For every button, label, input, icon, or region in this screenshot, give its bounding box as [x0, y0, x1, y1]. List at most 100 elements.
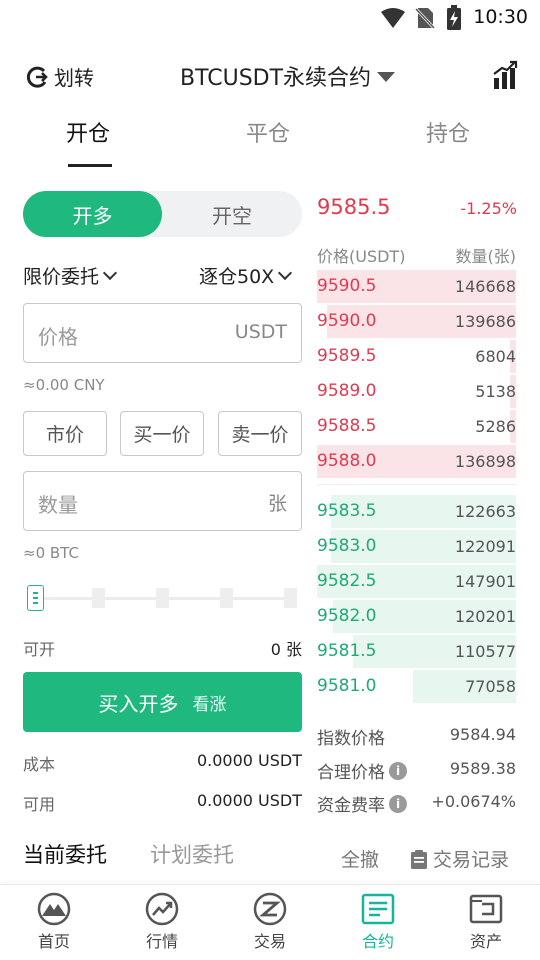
tab-open-position[interactable]: 开仓: [66, 116, 110, 148]
margin-mode-dropdown[interactable]: 逐仓50X: [199, 262, 293, 289]
no-sim-icon: [414, 7, 436, 30]
info-icon[interactable]: i: [389, 794, 407, 813]
tab-close-position[interactable]: 平仓: [246, 116, 290, 148]
bid-price: 9581.5: [317, 641, 377, 661]
slider-tick-50[interactable]: [156, 588, 169, 608]
bid-quantity: 110577: [454, 642, 516, 661]
buy-button-label: 买入开多: [98, 691, 179, 716]
wallet-icon: [469, 894, 503, 924]
bid-price: 9581.0: [317, 676, 377, 696]
quantity-btc-hint: ≈0 BTC: [23, 544, 79, 562]
ask-price: 9589.0: [317, 381, 377, 401]
available-value: 0.0000 USDT: [196, 791, 302, 810]
ask-row[interactable]: 9589.0 5138: [317, 375, 516, 408]
page-title: BTCUSDT永续合约: [180, 66, 372, 91]
open-long-button[interactable]: 开多: [23, 191, 162, 237]
bid-row[interactable]: 9583.5 122663: [317, 495, 516, 528]
bid-row[interactable]: 9581.5 110577: [317, 635, 516, 668]
trade-records-label: 交易记录: [433, 849, 510, 871]
slider-tick-100[interactable]: [284, 588, 297, 608]
quantity-placeholder: 数量: [38, 493, 78, 517]
bid-row[interactable]: 9582.5 147901: [317, 565, 516, 598]
slider-tick-75[interactable]: [220, 588, 233, 608]
slider-tick-25[interactable]: [92, 588, 105, 608]
ask-row[interactable]: 9590.0 139686: [317, 305, 516, 338]
quantity-input[interactable]: 数量 张: [23, 471, 302, 531]
order-type-label: 限价委托: [23, 266, 100, 288]
open-short-button[interactable]: 开空: [162, 191, 302, 237]
bid-row[interactable]: 9583.0 122091: [317, 530, 516, 563]
bid-price: 9583.0: [317, 536, 377, 556]
bid-quantity: 120201: [454, 607, 516, 626]
nav-home[interactable]: 首页: [0, 885, 108, 960]
nav-trade[interactable]: 交易: [216, 885, 324, 960]
price-input[interactable]: 价格 USDT: [23, 303, 302, 363]
transfer-button[interactable]: 划转: [26, 62, 94, 91]
bid-price: 9582.0: [317, 606, 377, 626]
tab-current-orders[interactable]: 当前委托: [23, 839, 107, 869]
bid-row[interactable]: 9582.0 120201: [317, 600, 516, 633]
bid-quantity: 77058: [465, 677, 516, 696]
battery-charging-icon: [447, 5, 461, 30]
ask-row[interactable]: 9588.0 136898: [317, 445, 516, 478]
order-type-dropdown[interactable]: 限价委托: [23, 262, 118, 289]
bid-quantity: 147901: [454, 572, 516, 591]
status-time: 10:30: [473, 6, 528, 28]
index-price-value: 9584.94: [449, 725, 516, 744]
price-change: -1.25%: [460, 199, 517, 218]
ask-row[interactable]: 9588.5 5286: [317, 410, 516, 443]
ask-price: 9590.0: [317, 311, 377, 331]
available-label: 可用: [23, 795, 56, 814]
nav-market[interactable]: 行情: [108, 885, 216, 960]
tab-plan-orders[interactable]: 计划委托: [150, 839, 234, 869]
ask-quantity: 139686: [454, 312, 516, 331]
price-unit: USDT: [234, 321, 287, 343]
status-bar: 10:30: [0, 0, 540, 36]
wifi-icon: [381, 8, 405, 28]
contract-selector[interactable]: BTCUSDT永续合约: [180, 60, 396, 92]
funding-rate-label[interactable]: 资金费率 i: [317, 791, 407, 816]
nav-contract[interactable]: 合约: [324, 885, 432, 960]
slider-handle[interactable]: [27, 585, 44, 611]
ask-quantity: 6804: [475, 347, 516, 366]
funding-rate-value: +0.0674%: [431, 792, 516, 811]
nav-market-label: 行情: [145, 932, 178, 951]
trade-records-button[interactable]: 交易记录: [410, 845, 509, 872]
market-price-button[interactable]: 市价: [23, 411, 107, 456]
info-icon[interactable]: i: [389, 761, 407, 780]
cost-value: 0.0000 USDT: [196, 751, 302, 770]
fair-price-label[interactable]: 合理价格 i: [317, 758, 407, 783]
bid-quantity: 122663: [454, 502, 516, 521]
ask-row[interactable]: 9590.5 146668: [317, 270, 516, 303]
order-book-divider: [317, 484, 516, 485]
cancel-all-button[interactable]: 全撤: [341, 845, 379, 872]
quantity-unit: 张: [267, 493, 287, 515]
transfer-label: 划转: [54, 66, 94, 90]
buy-button-sublabel: 看涨: [192, 694, 227, 715]
bid-price: 9582.5: [317, 571, 377, 591]
fair-price-value: 9589.38: [449, 759, 516, 778]
ask-price: 9590.5: [317, 276, 377, 296]
bottom-nav: 首页 行情 交易 合约 资产: [0, 884, 540, 960]
quantity-column-header: 数量(张): [455, 247, 517, 266]
market-icon: [145, 892, 179, 926]
ask-price: 9588.5: [317, 416, 377, 436]
home-icon: [37, 892, 71, 926]
trade-icon: [253, 892, 287, 926]
buy-open-long-button[interactable]: 买入开多 看涨: [23, 672, 302, 732]
clipboard-icon: [411, 849, 427, 869]
nav-contract-label: 合约: [361, 932, 394, 951]
index-price-label: 指数价格: [317, 729, 385, 749]
bid1-price-button[interactable]: 买一价: [120, 411, 204, 456]
nav-assets[interactable]: 资产: [432, 885, 540, 960]
tab-positions[interactable]: 持仓: [426, 116, 470, 148]
ask-row[interactable]: 9589.5 6804: [317, 340, 516, 373]
ask1-price-button[interactable]: 卖一价: [218, 411, 302, 456]
nav-trade-label: 交易: [253, 932, 286, 951]
bid-row[interactable]: 9581.0 77058: [317, 670, 516, 703]
available-open-label: 可开: [23, 640, 56, 659]
cost-label: 成本: [23, 755, 56, 774]
chart-icon[interactable]: [492, 60, 518, 90]
nav-home-label: 首页: [37, 932, 70, 951]
ask-price: 9589.5: [317, 346, 377, 366]
